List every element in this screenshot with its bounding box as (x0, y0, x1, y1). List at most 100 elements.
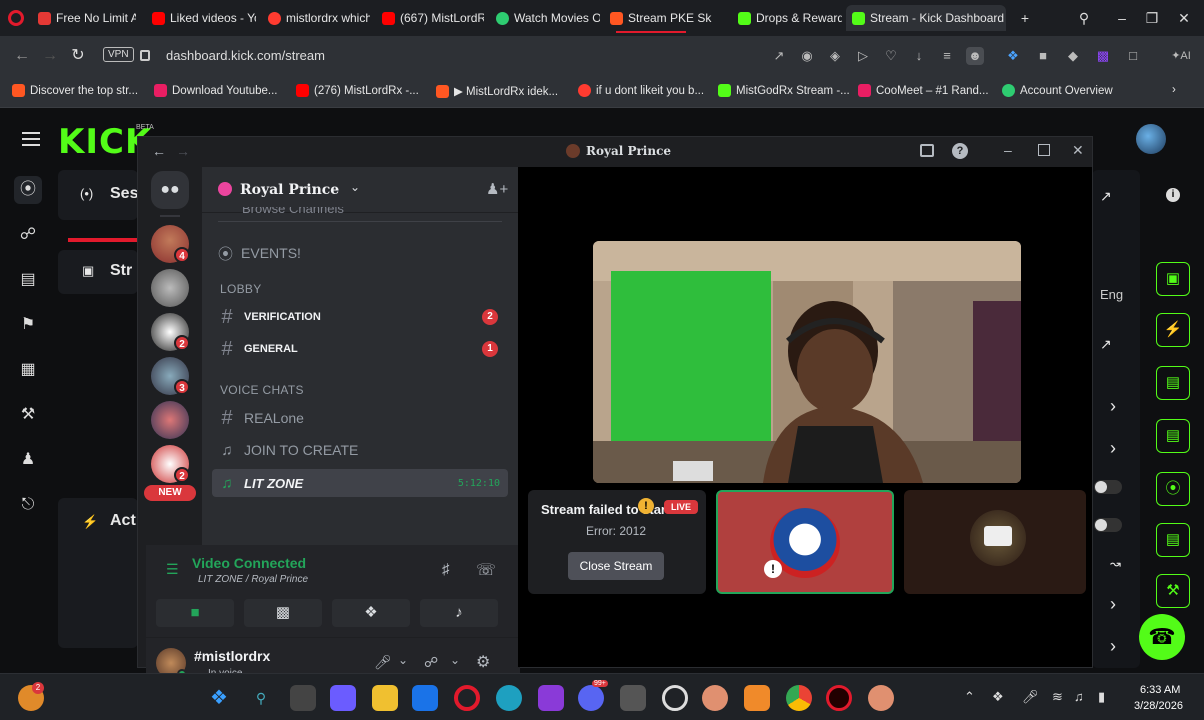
upload-icon[interactable]: ⎋ (14, 491, 42, 519)
minimize-icon[interactable]: – (1004, 142, 1012, 158)
opera-icon[interactable] (454, 685, 480, 711)
category-voice[interactable]: VOICE CHATS (220, 383, 304, 397)
activities-button[interactable]: ❖ (332, 599, 410, 627)
forward-icon[interactable]: → (40, 46, 60, 66)
chevron-down-icon[interactable]: ⌄ (398, 653, 408, 667)
server-icon[interactable] (151, 269, 189, 307)
user-avatar[interactable] (1136, 124, 1166, 154)
capture-icon[interactable]: ▣ (1156, 262, 1190, 296)
popout-icon-2[interactable]: ↗ (1100, 336, 1112, 353)
screenshare-button[interactable]: ▩ (244, 599, 322, 627)
edge-icon[interactable] (496, 685, 522, 711)
lock-icon[interactable] (140, 50, 150, 61)
battery-icon[interactable]: ▮ (1098, 689, 1105, 705)
clipchamp-icon[interactable] (538, 685, 564, 711)
bookmark-6[interactable]: CooMeet – #1 Rand... (858, 84, 989, 97)
chevron-right-icon[interactable]: › (1110, 438, 1116, 459)
app-icon[interactable] (702, 685, 728, 711)
inbox-icon[interactable] (920, 144, 934, 157)
tab-6[interactable]: Drops & Rewards (732, 5, 842, 31)
heart-icon[interactable]: ♡ (882, 47, 900, 65)
chevron-right-icon[interactable]: › (1110, 636, 1116, 657)
username[interactable]: #mistlordrx (194, 648, 270, 664)
obs-icon[interactable] (662, 685, 688, 711)
disconnect-icon[interactable]: ☏ (476, 560, 496, 580)
browse-channels[interactable]: Browse Channels (242, 207, 344, 215)
chrome-icon[interactable] (786, 685, 812, 711)
participant-tile-active[interactable]: ! (716, 490, 894, 594)
bookmark-3[interactable]: ▶ MistLordRx idek... (436, 84, 558, 98)
clock-date[interactable]: 3/28/2026 (1134, 700, 1183, 712)
tray-app-icon[interactable]: ❖ (992, 689, 1004, 705)
microphone-icon[interactable]: 🎤︎ (374, 654, 392, 671)
search-icon[interactable]: ⚲ (248, 685, 274, 711)
tab-3[interactable]: (667) MistLordR (376, 5, 484, 31)
notes-icon[interactable]: ▤ (1156, 366, 1190, 400)
download-icon[interactable]: ↓ (910, 47, 928, 65)
voice-location[interactable]: LIT ZONE / Royal Prince (198, 574, 308, 585)
cube-ext-icon[interactable]: □ (1124, 47, 1142, 65)
popout-icon[interactable]: ↗ (1100, 188, 1112, 205)
maximize-icon[interactable] (1038, 144, 1050, 156)
forward-icon[interactable]: → (176, 143, 190, 159)
bookmark-2[interactable]: (276) MistLordRx -... (296, 84, 419, 97)
tab-0[interactable]: Free No Limit AI (32, 5, 136, 31)
minimize-icon[interactable]: – (1112, 8, 1132, 28)
channel-join-to-create[interactable]: ♫ JOIN TO CREATE (212, 436, 508, 464)
shield-icon[interactable]: ◈ (826, 47, 844, 65)
opera-gx-icon[interactable] (826, 685, 852, 711)
channel-general[interactable]: # GENERAL 1 (212, 335, 508, 363)
video-icon[interactable]: ▦ (14, 356, 42, 384)
url-field[interactable]: dashboard.kick.com/stream (166, 48, 325, 63)
camera-app-icon[interactable] (620, 685, 646, 711)
fl-studio-icon[interactable] (744, 685, 770, 711)
toggle-switch[interactable] (1094, 480, 1122, 494)
help-icon[interactable]: ? (952, 143, 968, 159)
restore-icon[interactable]: ❐ (1142, 8, 1162, 28)
app-icon[interactable] (868, 685, 894, 711)
bookmarks-overflow-icon[interactable]: › (1172, 84, 1176, 96)
add-member-icon[interactable]: ♟+ (486, 180, 508, 198)
discord-taskbar-icon[interactable] (578, 685, 604, 711)
tab-2[interactable]: mistlordrx which (262, 5, 370, 31)
close-icon[interactable]: ✕ (1072, 142, 1084, 159)
tab-1[interactable]: Liked videos - Yo (146, 5, 256, 31)
category-lobby[interactable]: LOBBY (220, 282, 262, 296)
chevron-right-icon[interactable]: › (1110, 594, 1116, 615)
vpn-ext-icon[interactable]: ◆ (1064, 47, 1082, 65)
close-stream-button[interactable]: Close Stream (568, 552, 664, 580)
tab-5[interactable]: Stream PKE Sk (604, 5, 714, 31)
layout-icon[interactable]: ▤ (1156, 523, 1190, 557)
new-tab-icon[interactable]: + (1015, 8, 1035, 28)
soundboard-button[interactable]: ♪ (420, 599, 498, 627)
file-explorer-icon[interactable] (372, 685, 398, 711)
volume-icon[interactable]: ♫ (1074, 689, 1084, 704)
snapshot-icon[interactable]: ◉ (798, 47, 816, 65)
lightning-icon[interactable]: ⚡ (1156, 313, 1190, 347)
toggle-switch[interactable] (1094, 518, 1122, 532)
wrench-icon[interactable]: ⚒ (14, 401, 42, 429)
bookmark-0[interactable]: Discover the top str... (12, 84, 138, 97)
channel-realone[interactable]: # REALone (212, 404, 508, 432)
twitch-ext-icon[interactable]: ▩ (1094, 47, 1112, 65)
channel-verification[interactable]: # VERIFICATION 2 (212, 303, 508, 331)
extension-icon[interactable]: ■ (1034, 47, 1052, 65)
back-icon[interactable]: ← (152, 143, 166, 159)
discord-home-icon[interactable]: ●● (151, 171, 189, 209)
participant-tile[interactable] (904, 490, 1086, 594)
reload-icon[interactable]: ↻ (68, 46, 88, 66)
back-icon[interactable]: ← (12, 46, 32, 66)
chat-icon[interactable]: ▤ (1156, 419, 1190, 453)
share-icon[interactable]: ↗ (770, 47, 788, 65)
close-window-icon[interactable]: ✕ (1174, 8, 1194, 28)
stream-icon[interactable]: ⦿ (14, 176, 42, 204)
sidebar-icon[interactable]: ❖ (1004, 47, 1022, 65)
task-view-icon[interactable] (290, 685, 316, 711)
opera-menu-icon[interactable] (8, 10, 24, 26)
microphone-tray-icon[interactable]: 🎤︎ (1022, 689, 1039, 705)
tray-expand-icon[interactable]: ⌃ (964, 689, 975, 705)
menu-icon[interactable]: ≡ (938, 47, 956, 65)
bookmark-4[interactable]: if u dont likeit you b... (578, 84, 704, 97)
trophy-icon[interactable]: ⚑ (14, 311, 42, 339)
vpn-badge[interactable]: VPN (103, 47, 134, 62)
